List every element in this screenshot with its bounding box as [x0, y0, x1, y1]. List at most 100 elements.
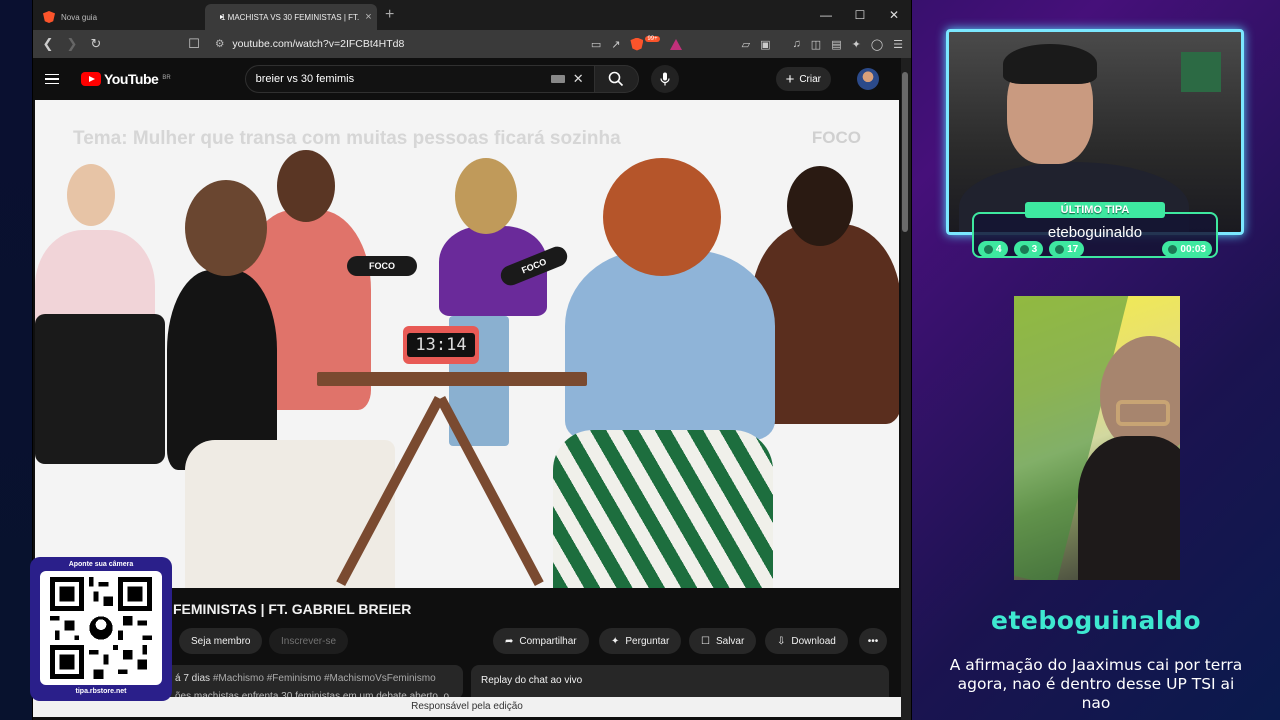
create-label: Criar	[799, 73, 821, 85]
person-head	[787, 166, 853, 246]
search-box: breier vs 30 femimis ✕	[244, 65, 679, 93]
brave-shields-icon[interactable]	[630, 37, 644, 51]
qr-code	[40, 571, 162, 685]
share-label: Compartilhar	[519, 635, 577, 647]
brave-rewards-icon[interactable]	[669, 38, 682, 50]
new-tab-button[interactable]: +	[385, 6, 394, 24]
glasses	[1116, 400, 1170, 426]
qr-code-card: Aponte sua câmera tipa.rbstore.net	[30, 557, 172, 701]
address-bar-actions: ▭ ↗ 99+ ▱ ▣ ♫ ◫ ▤ ✦ ◯ ☰	[591, 36, 903, 51]
download-label: Download	[791, 635, 836, 647]
woman-denim-jacket	[565, 250, 775, 440]
upload-age: á 7 dias	[175, 673, 211, 684]
vpn-icon[interactable]: ◯	[871, 38, 883, 51]
sparkle-icon: ✦	[611, 635, 620, 647]
clear-search-icon[interactable]: ✕	[573, 71, 584, 87]
screenshot-icon[interactable]: ▣	[760, 38, 770, 51]
reload-button[interactable]: ↻	[89, 36, 103, 52]
scrollbar-thumb[interactable]	[902, 72, 908, 232]
media-icon[interactable]: ♫	[793, 38, 801, 50]
tab-label: Nova guia	[61, 12, 98, 22]
sidebar-icon[interactable]: ◫	[811, 38, 821, 51]
search-button[interactable]	[594, 65, 639, 93]
background-shelf	[1181, 52, 1221, 92]
leo-ai-icon[interactable]: ✦	[852, 38, 861, 51]
video-title: FEMINISTAS | FT. GABRIEL BREIER	[173, 601, 412, 617]
tab-new[interactable]: Nova guia	[33, 4, 205, 30]
url-text: youtube.com/watch?v=2IFCBt4HTd8	[232, 38, 405, 50]
back-button[interactable]: ❮	[41, 36, 55, 52]
man-beard	[1078, 436, 1180, 580]
chat-replay-label: Replay do chat ao vivo	[481, 675, 583, 686]
person-head	[277, 150, 335, 222]
bookmark-save-icon: ☐	[701, 635, 710, 647]
close-window-button[interactable]: ✕	[877, 0, 911, 30]
search-query: breier vs 30 femimis	[255, 73, 355, 85]
qr-caption: Aponte sua câmera	[68, 561, 134, 568]
share-icon[interactable]: ↗	[611, 38, 620, 51]
subscribe-button[interactable]: Inscrever-se	[269, 628, 349, 654]
timer-icon	[1168, 244, 1178, 254]
ask-button[interactable]: ✦ Perguntar	[599, 628, 682, 654]
tip-message-text: A afirmação do Jaaximus cai por terra ag…	[949, 656, 1243, 712]
stream-stats: 4 3 17 00:03	[978, 241, 1212, 257]
video-player[interactable]: Tema: Mulher que transa com muitas pesso…	[35, 100, 899, 588]
person-head	[67, 164, 115, 226]
plus-icon: +	[785, 70, 795, 88]
chat-replay-panel[interactable]: Replay do chat ao vivo	[471, 665, 889, 699]
save-button[interactable]: ☐ Salvar	[689, 628, 757, 654]
tab-youtube-video[interactable]: 1 MACHISTA VS 30 FEMINISTAS | FT. ×	[205, 4, 377, 30]
close-tab-icon[interactable]: ×	[365, 11, 371, 23]
menu-icon[interactable]: ☰	[893, 38, 903, 51]
video-brand-watermark: FOCO	[811, 128, 861, 147]
more-actions-button[interactable]: •••	[859, 628, 887, 654]
youtube-logo[interactable]: YouTube BR	[81, 71, 171, 87]
timer-digits: 13:14	[407, 333, 475, 357]
youtube-header: YouTube BR breier vs 30 femimis ✕ + Cria…	[33, 58, 901, 100]
bookmark-icon[interactable]: ☐	[187, 36, 201, 52]
site-settings-icon[interactable]: ⚙	[215, 38, 224, 50]
page-scrollbar[interactable]	[901, 58, 909, 720]
share-button[interactable]: ➦ Compartilhar	[493, 628, 589, 654]
create-button[interactable]: + Criar	[775, 67, 831, 91]
tips-count: 17	[1067, 243, 1079, 255]
shields-count-badge: 99+	[645, 36, 660, 42]
microphone-left: FOCO	[347, 256, 417, 276]
maximize-button[interactable]: ☐	[843, 0, 877, 30]
hashtags[interactable]: #Machismo #Feminismo #MachismoVsFeminism…	[213, 673, 436, 684]
region-code: BR	[162, 75, 171, 81]
youtube-count: 3	[1031, 243, 1038, 255]
twitch-icon	[984, 244, 993, 254]
download-button[interactable]: ⇩ Download	[765, 628, 848, 654]
person-black-pants	[35, 314, 165, 464]
left-desktop-strip	[0, 0, 32, 720]
brave-favicon-icon	[43, 11, 55, 23]
account-avatar[interactable]	[857, 68, 879, 90]
donor-video-clip	[1014, 296, 1180, 580]
forward-button[interactable]: ❯	[65, 36, 79, 52]
man-white-pants	[185, 440, 395, 588]
qr-code-icon	[50, 577, 152, 679]
minimize-button[interactable]: —	[809, 0, 843, 30]
microphone-icon	[660, 72, 670, 86]
search-input[interactable]: breier vs 30 femimis ✕	[244, 65, 595, 93]
url-field[interactable]: ⚙ youtube.com/watch?v=2IFCBt4HTd8	[211, 33, 581, 55]
cast-icon[interactable]: ▭	[591, 38, 601, 51]
woman-striped-pants	[553, 430, 773, 588]
qr-footer-url: tipa.rbstore.net	[75, 688, 127, 695]
hamburger-menu-icon[interactable]	[45, 73, 59, 85]
search-icon	[608, 71, 624, 87]
voice-search-button[interactable]	[650, 65, 679, 93]
join-button[interactable]: Seja membro	[179, 628, 263, 654]
timer-stat: 00:03	[1162, 241, 1212, 257]
woman-head-red-hair	[603, 158, 721, 276]
man-head	[185, 180, 267, 276]
subscribe-label: Inscrever-se	[281, 635, 337, 647]
wallet-icon[interactable]: ▤	[831, 38, 841, 51]
tab-bar: Nova guia 1 MACHISTA VS 30 FEMINISTAS | …	[33, 0, 911, 30]
extensions-icon[interactable]: ▱	[742, 38, 750, 51]
youtube-icon	[1019, 244, 1029, 254]
twitch-count: 4	[996, 243, 1002, 255]
tips-stat: 17	[1049, 241, 1085, 257]
keyboard-icon[interactable]	[550, 75, 565, 83]
